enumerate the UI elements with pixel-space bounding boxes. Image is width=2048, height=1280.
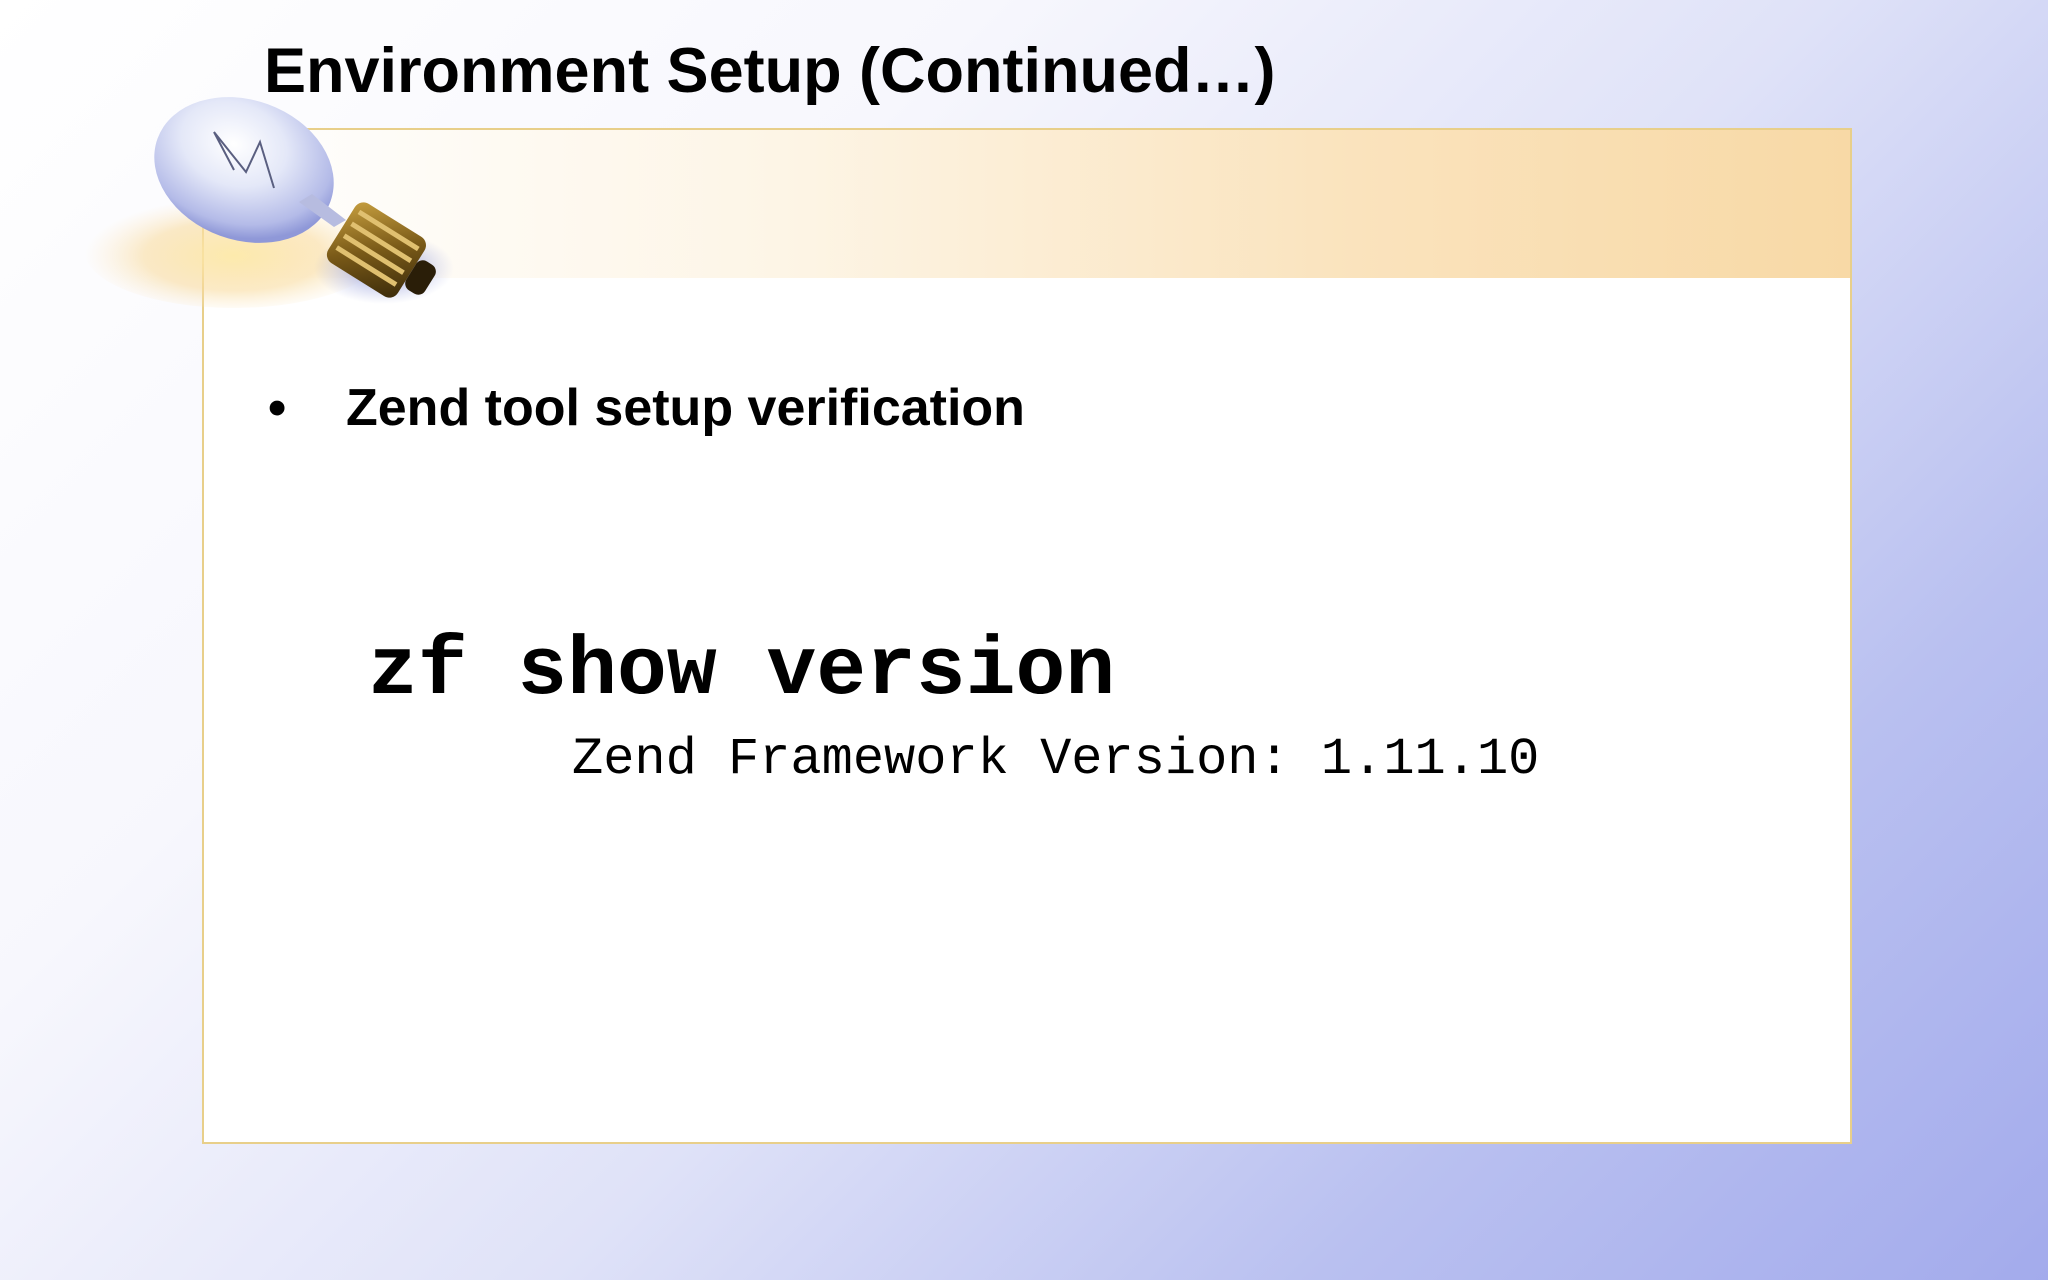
command-output: Zend Framework Version: 1.11.10 [572, 730, 1540, 789]
lightbulb-icon [84, 97, 454, 308]
bullet-item: • Zend tool setup verification [268, 382, 1025, 434]
slide-title: Environment Setup (Continued…) [264, 36, 1276, 106]
bullet-marker: • [268, 379, 287, 437]
command-text: zf show version [368, 624, 1116, 718]
bullet-text: Zend tool setup verification [346, 379, 1025, 437]
